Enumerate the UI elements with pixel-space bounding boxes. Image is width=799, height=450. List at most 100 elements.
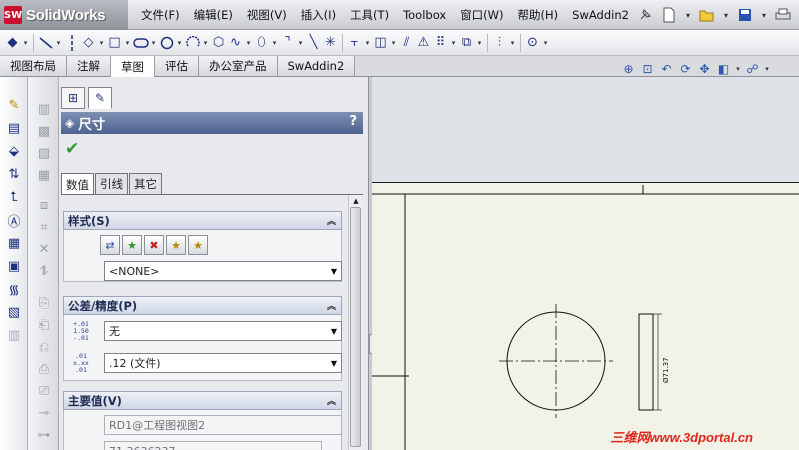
dropdown-icon[interactable]: ▾ <box>175 39 184 47</box>
primary-value-group-header[interactable]: 主要值(V) ︽ <box>63 391 342 410</box>
delete-style-icon[interactable]: ✖ <box>144 235 164 255</box>
add-style-icon[interactable]: ★ <box>122 235 142 255</box>
dropdown-icon[interactable]: ▾ <box>244 39 253 47</box>
point-icon[interactable]: ✳ <box>322 33 339 53</box>
linear-pattern-icon[interactable]: ⠿ <box>432 33 449 53</box>
alternate-position-icon[interactable]: ⎘ <box>34 293 54 313</box>
centerpoint-arc-icon[interactable] <box>184 33 201 53</box>
open-dropdown-icon[interactable]: ▾ <box>720 4 732 26</box>
menu-toolbox[interactable]: Toolbox <box>396 8 453 22</box>
view-focus-icon[interactable]: ⊶ <box>34 425 54 445</box>
style-group-header[interactable]: 样式(S) ︽ <box>63 211 342 230</box>
table-icon[interactable]: ▥ <box>4 325 24 345</box>
pan-icon[interactable]: ✥ <box>696 60 713 77</box>
hide-show-items-icon[interactable]: ☍ <box>744 60 761 77</box>
open-folder-icon[interactable] <box>696 4 718 26</box>
menu-view[interactable]: 视图(V) <box>240 7 294 23</box>
centerline-icon[interactable] <box>63 33 80 53</box>
drawing-sheet[interactable]: Ø71.37 <box>372 182 799 450</box>
datum-target-icon[interactable]: Ⓐ <box>4 210 24 230</box>
solidworks-logo[interactable]: SW SolidWorks <box>0 0 128 30</box>
pin-icon[interactable] <box>634 4 656 26</box>
smart-dimension-icon[interactable]: ◆ <box>4 33 21 53</box>
feature-manager-tab-icon[interactable]: ⊞ <box>61 87 85 109</box>
dropdown-icon[interactable]: ▾ <box>270 39 279 47</box>
tab-swaddin2[interactable]: SwAddin2 <box>277 56 356 76</box>
dropdown-icon[interactable]: ▾ <box>149 39 158 47</box>
area-hatch-icon[interactable]: ▧ <box>4 302 24 322</box>
precision-select[interactable]: .12 (文件) ▼ <box>104 353 342 373</box>
line-icon[interactable] <box>37 33 54 53</box>
display-style-dropdown-icon[interactable]: ▾ <box>734 60 742 77</box>
chamfer-icon[interactable]: ╲ <box>305 33 322 53</box>
block-icon[interactable]: ▣ <box>4 256 24 276</box>
dropdown-icon[interactable]: ▾ <box>296 39 305 47</box>
break-icon[interactable]: ✕ <box>34 239 54 259</box>
collapse-chevron-icon[interactable]: ︽ <box>327 394 336 407</box>
menu-insert[interactable]: 插入(I) <box>294 7 343 23</box>
lock-view-icon[interactable]: ⊸ <box>34 403 54 423</box>
sketch-fillet-icon[interactable]: ⌝ <box>279 33 296 53</box>
offset-entities-icon[interactable]: ⫟ <box>346 33 363 53</box>
dimension-reference-field[interactable]: RD1@工程图视图2 <box>104 415 342 435</box>
ellipse-icon[interactable]: ⬯ <box>253 33 270 53</box>
zoom-to-fit-icon[interactable]: ⊕ <box>620 60 637 77</box>
model-view-icon[interactable]: ▥ <box>34 99 54 119</box>
save-icon[interactable] <box>734 4 756 26</box>
dropdown-icon[interactable]: ▾ <box>21 39 30 47</box>
collapse-chevron-icon[interactable]: ︽ <box>327 299 336 312</box>
dropdown-icon[interactable]: ▾ <box>363 39 372 47</box>
previous-view-icon[interactable]: ↶ <box>658 60 675 77</box>
new-dropdown-icon[interactable]: ▾ <box>682 4 694 26</box>
display-view-icon[interactable]: ⎙ <box>34 359 54 379</box>
dimension-value-field[interactable]: 71.3636237 <box>104 441 322 450</box>
rotate-icon[interactable]: ⟳ <box>677 60 694 77</box>
menu-swaddin2[interactable]: SwAddin2 <box>565 8 636 22</box>
dropdown-icon[interactable]: ▾ <box>201 39 210 47</box>
dropdown-icon[interactable]: ▾ <box>123 39 132 47</box>
menu-file[interactable]: 文件(F) <box>134 7 187 23</box>
layer-icon[interactable]: ⎚ <box>34 381 54 401</box>
style-select[interactable]: <NONE> ▼ <box>104 261 342 281</box>
hole-callout-icon[interactable]: ▦ <box>4 233 24 253</box>
rapid-sketch-icon[interactable]: ⊙ <box>524 33 541 53</box>
slot-icon[interactable] <box>132 33 149 53</box>
broken-out-section-icon[interactable]: ⌗ <box>34 217 54 237</box>
menu-help[interactable]: 帮助(H) <box>511 7 566 23</box>
hide-show-dropdown-icon[interactable]: ▾ <box>763 60 771 77</box>
spline-icon[interactable]: ∿ <box>227 33 244 53</box>
polygon-icon[interactable]: ⬡ <box>210 33 227 53</box>
tolerance-type-select[interactable]: 无 ▼ <box>104 321 342 341</box>
balloon-stack-icon[interactable]: ▤ <box>4 118 24 138</box>
scrollbar-thumb[interactable] <box>350 207 361 447</box>
tab-other[interactable]: 其它 <box>129 173 162 194</box>
tab-office-products[interactable]: 办公室产品 <box>199 56 278 76</box>
tab-evaluate[interactable]: 评估 <box>155 56 199 76</box>
dropdown-icon[interactable]: ▾ <box>508 39 517 47</box>
help-button[interactable]: ? <box>349 114 357 129</box>
new-document-icon[interactable] <box>658 4 680 26</box>
weld-symbol-icon[interactable]: ⇅ <box>4 164 24 184</box>
auxiliary-view-icon[interactable]: ▨ <box>34 143 54 163</box>
menu-window[interactable]: 窗口(W) <box>453 7 510 23</box>
dropdown-icon[interactable]: ▾ <box>54 39 63 47</box>
surface-finish-icon[interactable]: ⬙ <box>4 141 24 161</box>
load-style-icon[interactable]: ★ <box>188 235 208 255</box>
dropdown-icon[interactable]: ▾ <box>541 39 550 47</box>
apply-default-style-icon[interactable]: ⇄ <box>100 235 120 255</box>
menu-edit[interactable]: 编辑(E) <box>187 7 240 23</box>
align-view-icon[interactable]: ⎗ <box>34 315 54 335</box>
convert-entities-icon[interactable]: ◫ <box>372 33 389 53</box>
dropdown-icon[interactable]: ▾ <box>97 39 106 47</box>
dropdown-icon[interactable]: ▾ <box>475 39 484 47</box>
crop-view-icon[interactable]: ⥮ <box>34 261 54 281</box>
save-dropdown-icon[interactable]: ▾ <box>758 4 770 26</box>
corner-rectangle-icon[interactable]: ◇ <box>80 33 97 53</box>
display-style-icon[interactable]: ◧ <box>715 60 732 77</box>
print-icon[interactable] <box>772 4 794 26</box>
zoom-to-area-icon[interactable]: ⊡ <box>639 60 656 77</box>
rotate-view-icon[interactable]: ⎌ <box>34 337 54 357</box>
display-relations-icon[interactable]: ⫶ <box>491 33 508 53</box>
menu-tools[interactable]: 工具(T) <box>343 7 396 23</box>
dropdown-icon[interactable]: ▾ <box>449 39 458 47</box>
